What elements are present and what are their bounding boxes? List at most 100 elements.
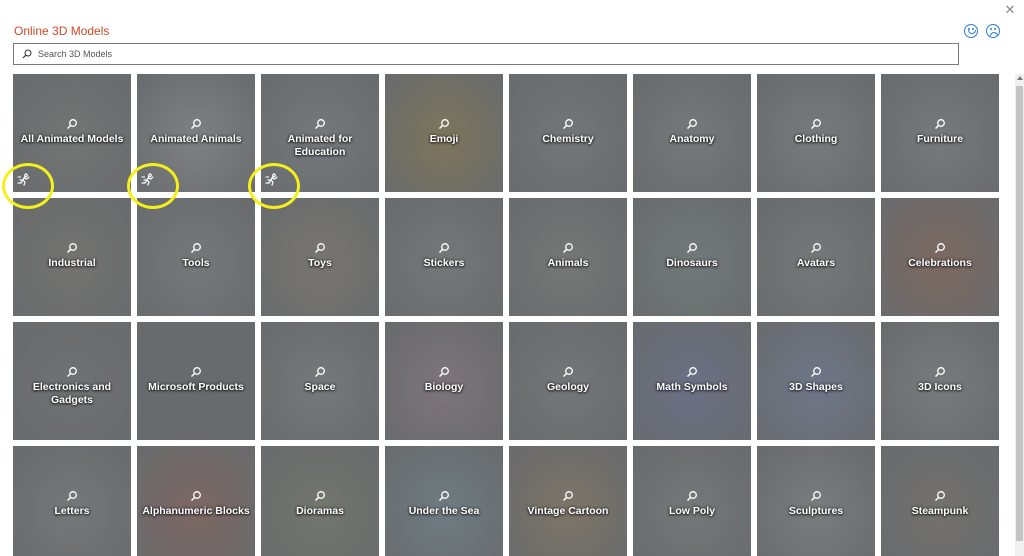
category-label: Sculptures	[788, 505, 844, 517]
category-label: Space	[304, 381, 336, 393]
category-tile[interactable]: Low Poly	[633, 446, 751, 556]
search-icon	[810, 367, 821, 378]
category-label: Math Symbols	[656, 381, 728, 393]
search-icon	[438, 367, 449, 378]
category-tile[interactable]: Toys	[261, 198, 379, 316]
category-tile[interactable]: 3D Shapes	[757, 322, 875, 440]
category-tile[interactable]: Vintage Cartoon	[509, 446, 627, 556]
tile-caption: Under the Sea	[385, 490, 503, 518]
category-tile[interactable]: 3D Icons	[881, 322, 999, 440]
category-tile[interactable]: Under the Sea	[385, 446, 503, 556]
category-label: Avatars	[796, 257, 836, 269]
category-tile[interactable]: Geology	[509, 322, 627, 440]
search-icon	[562, 367, 573, 378]
category-tile[interactable]: Clothing	[757, 74, 875, 192]
tile-caption: Avatars	[757, 242, 875, 270]
tile-caption: Biology	[385, 366, 503, 394]
category-label: Anatomy	[669, 133, 715, 145]
search-input[interactable]	[38, 49, 938, 59]
category-label: Geology	[546, 381, 589, 393]
category-label: 3D Icons	[918, 381, 962, 393]
category-tile[interactable]: Space	[261, 322, 379, 440]
search-icon	[190, 491, 201, 502]
animated-runner-icon	[141, 173, 154, 186]
category-tile[interactable]: Furniture	[881, 74, 999, 192]
search-box[interactable]	[13, 43, 959, 65]
category-tile[interactable]: Sculptures	[757, 446, 875, 556]
category-tile[interactable]: Biology	[385, 322, 503, 440]
search-icon	[686, 119, 697, 130]
category-tile[interactable]: Tools	[137, 198, 255, 316]
tile-caption: Sculptures	[757, 490, 875, 518]
category-tile[interactable]: Alphanumeric Blocks	[137, 446, 255, 556]
search-icon	[934, 243, 945, 254]
category-tile[interactable]: All Animated Models	[13, 74, 131, 192]
tile-caption: Steampunk	[881, 490, 999, 518]
search-icon	[686, 243, 697, 254]
search-icon	[314, 119, 325, 130]
category-tile[interactable]: Animated for Education	[261, 74, 379, 192]
search-icon	[810, 491, 821, 502]
category-label: Animals	[547, 257, 589, 269]
search-icon	[934, 119, 945, 130]
category-tile[interactable]: Dioramas	[261, 446, 379, 556]
search-icon	[66, 243, 77, 254]
tile-caption: 3D Icons	[881, 366, 999, 394]
category-tile[interactable]: Letters	[13, 446, 131, 556]
tile-caption: Alphanumeric Blocks	[137, 490, 255, 518]
category-label: Furniture	[916, 133, 964, 145]
scrollbar-thumb[interactable]	[1016, 86, 1023, 541]
search-icon	[438, 243, 449, 254]
category-label: Letters	[54, 505, 90, 517]
category-label: All Animated Models	[20, 133, 124, 145]
search-icon	[314, 243, 325, 254]
search-icon	[190, 243, 201, 254]
tile-caption: Furniture	[881, 118, 999, 146]
category-tile[interactable]: Chemistry	[509, 74, 627, 192]
category-tile[interactable]: Animals	[509, 198, 627, 316]
tile-caption: Vintage Cartoon	[509, 490, 627, 518]
animated-runner-icon	[17, 173, 30, 186]
category-tile[interactable]: Math Symbols	[633, 322, 751, 440]
tile-caption: Clothing	[757, 118, 875, 146]
category-tile[interactable]: Anatomy	[633, 74, 751, 192]
search-icon	[686, 367, 697, 378]
category-label: Biology	[424, 381, 464, 393]
category-tile[interactable]: Emoji	[385, 74, 503, 192]
category-label: Low Poly	[668, 505, 716, 517]
category-tile[interactable]: Stickers	[385, 198, 503, 316]
category-tile[interactable]: Celebrations	[881, 198, 999, 316]
tile-caption: Stickers	[385, 242, 503, 270]
search-icon	[66, 119, 77, 130]
tile-caption: All Animated Models	[13, 118, 131, 146]
tile-caption: Low Poly	[633, 490, 751, 518]
category-label: Celebrations	[908, 257, 972, 269]
search-icon	[934, 367, 945, 378]
category-label: Dioramas	[296, 505, 344, 517]
category-tile[interactable]: Electronics and Gadgets	[13, 322, 131, 440]
close-icon[interactable]: ✕	[1004, 3, 1016, 16]
category-label: Animated Animals	[150, 133, 242, 145]
category-tile[interactable]: Dinosaurs	[633, 198, 751, 316]
category-tile[interactable]: Avatars	[757, 198, 875, 316]
smiley-happy-icon[interactable]	[964, 24, 978, 38]
tile-caption: Letters	[13, 490, 131, 518]
tile-caption: Electronics and Gadgets	[13, 366, 131, 407]
search-icon	[562, 243, 573, 254]
category-tile[interactable]: Steampunk	[881, 446, 999, 556]
category-tile[interactable]: Animated Animals	[137, 74, 255, 192]
tile-caption: Emoji	[385, 118, 503, 146]
search-icon	[66, 367, 77, 378]
category-tile[interactable]: Microsoft Products	[137, 322, 255, 440]
vertical-scrollbar[interactable]	[1015, 74, 1024, 556]
category-label: Vintage Cartoon	[527, 505, 609, 517]
category-label: Clothing	[794, 133, 838, 145]
category-label: Chemistry	[542, 133, 594, 145]
search-icon	[314, 491, 325, 502]
scroll-up-icon[interactable]	[1017, 76, 1023, 80]
category-label: Animated for Education	[287, 133, 353, 158]
smiley-sad-icon[interactable]	[986, 24, 1000, 38]
category-label: 3D Shapes	[789, 381, 843, 393]
category-tile[interactable]: Industrial	[13, 198, 131, 316]
search-icon	[66, 491, 77, 502]
